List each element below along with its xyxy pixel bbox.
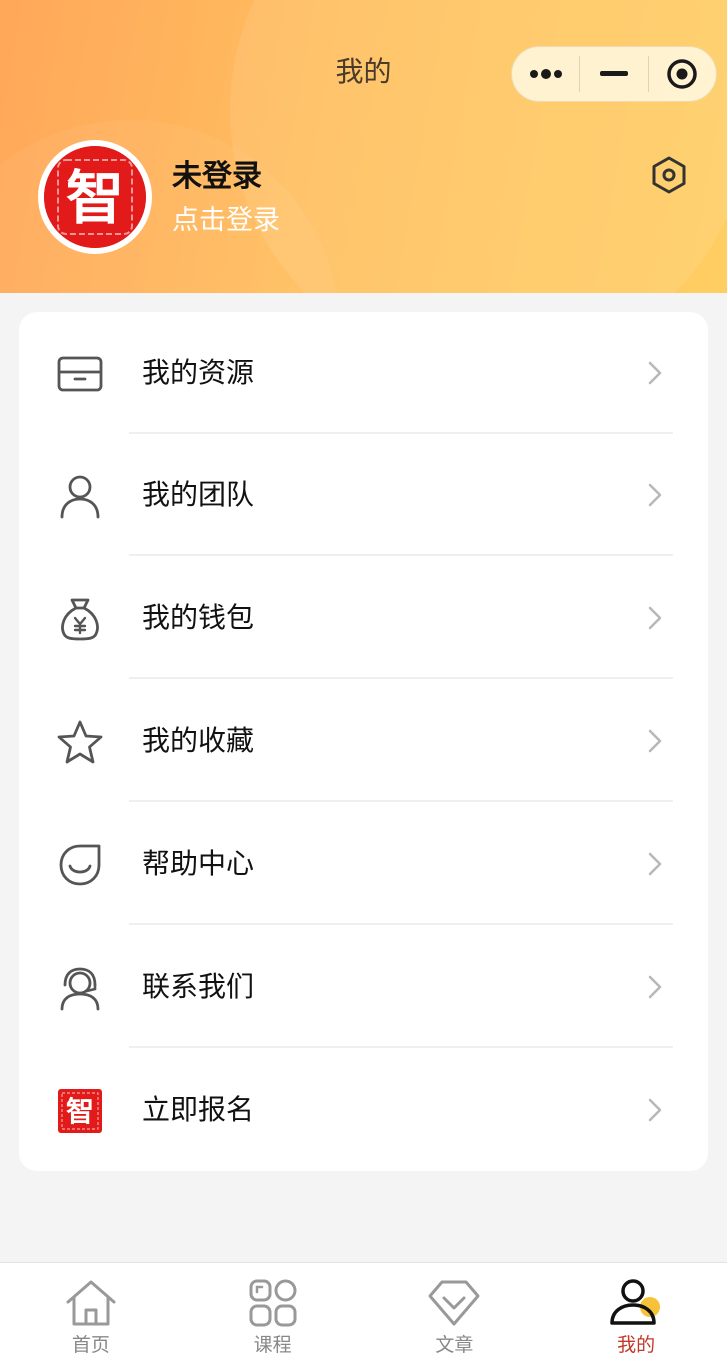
- chevron-right-icon: [648, 1098, 662, 1122]
- avatar-char: 智: [66, 164, 124, 232]
- menu-item-label: 我的资源: [142, 356, 255, 389]
- menu-item-team[interactable]: 我的团队: [19, 434, 708, 556]
- chevron-right-icon: [648, 729, 662, 753]
- zhi-logo-icon: 智: [55, 1086, 105, 1136]
- money-bag-icon: [55, 594, 105, 644]
- customer-service-icon: [55, 963, 105, 1013]
- register-logo-char: 智: [66, 1095, 94, 1128]
- person-icon: [55, 471, 105, 521]
- divider: [129, 923, 673, 925]
- user-icon: [608, 1277, 664, 1329]
- hexagon-settings-icon: [652, 156, 686, 194]
- menu-item-label: 帮助中心: [142, 847, 255, 880]
- mini-program-capsule: [511, 46, 717, 102]
- home-icon: [63, 1277, 119, 1329]
- tab-label: 课程: [253, 1334, 292, 1356]
- chevron-right-icon: [648, 975, 662, 999]
- menu-item-label: 我的团队: [142, 478, 255, 511]
- zhi-logo-icon: 智: [44, 146, 146, 248]
- divider: [129, 677, 673, 679]
- tab-label: 我的: [617, 1334, 656, 1356]
- bottom-tab-bar: 首页 课程 文章 我的: [0, 1262, 727, 1367]
- minimize-icon: [599, 71, 628, 76]
- user-name: 未登录: [172, 159, 262, 194]
- grid-icon: [245, 1277, 301, 1329]
- avatar[interactable]: 智: [38, 140, 152, 254]
- tab-courses[interactable]: 课程: [182, 1263, 364, 1367]
- menu-item-label: 联系我们: [142, 970, 255, 1003]
- more-dots-icon: [529, 69, 562, 79]
- target-icon: [667, 59, 698, 89]
- menu-item-wallet[interactable]: 我的钱包: [19, 557, 708, 679]
- tab-label: 文章: [435, 1334, 474, 1356]
- diamond-icon: [426, 1277, 482, 1329]
- close-button[interactable]: [649, 47, 716, 101]
- menu-item-label: 我的收藏: [142, 724, 255, 757]
- minimize-button[interactable]: [580, 47, 647, 101]
- menu-item-label: 立即报名: [142, 1093, 255, 1126]
- more-button[interactable]: [512, 47, 579, 101]
- menu-item-resources[interactable]: 我的资源: [19, 312, 708, 434]
- profile-header: 我的 智 未登录 点击登录: [0, 0, 727, 293]
- tab-articles[interactable]: 文章: [364, 1263, 546, 1367]
- chevron-right-icon: [648, 361, 662, 385]
- menu-item-contact[interactable]: 联系我们: [19, 926, 708, 1048]
- login-link[interactable]: 点击登录: [172, 202, 280, 240]
- tab-label: 首页: [71, 1334, 110, 1356]
- menu-item-help[interactable]: 帮助中心: [19, 803, 708, 925]
- menu-item-register[interactable]: 智 立即报名: [19, 1049, 708, 1171]
- divider: [129, 554, 673, 556]
- divider: [129, 1046, 673, 1048]
- tab-mine[interactable]: 我的: [545, 1263, 727, 1367]
- menu-card: 我的资源 我的团队 我的钱包 我的收藏 帮助中心 联系我们 智 立即报名: [19, 312, 708, 1171]
- menu-item-label: 我的钱包: [142, 601, 255, 634]
- settings-button[interactable]: [648, 154, 690, 196]
- chevron-right-icon: [648, 606, 662, 630]
- smile-icon: [55, 840, 105, 890]
- chevron-right-icon: [648, 483, 662, 507]
- divider: [129, 800, 673, 802]
- card-icon: [55, 349, 105, 399]
- chevron-right-icon: [648, 852, 662, 876]
- menu-item-favorites[interactable]: 我的收藏: [19, 680, 708, 802]
- star-icon: [55, 717, 105, 767]
- tab-home[interactable]: 首页: [0, 1263, 182, 1367]
